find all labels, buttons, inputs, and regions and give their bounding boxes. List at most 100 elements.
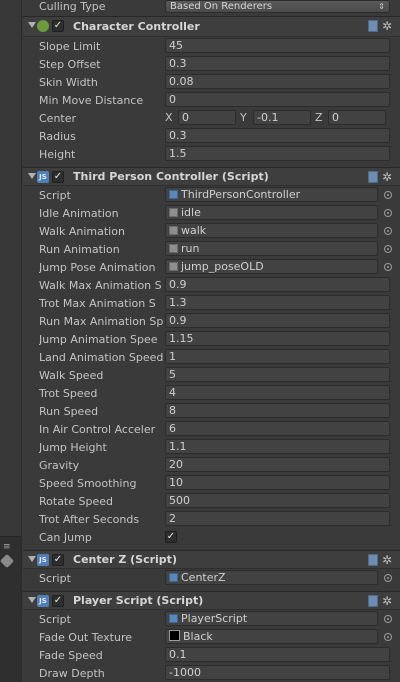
animation-object-field[interactable]: idle xyxy=(165,205,378,220)
character-controller-header[interactable]: ✓ Character Controller ✲ xyxy=(23,16,400,37)
property-label: Min Move Distance xyxy=(39,93,144,107)
help-book-icon[interactable] xyxy=(367,554,378,566)
center-vector-field: X0 Y -0.1 Z0 xyxy=(165,110,390,125)
property-input[interactable]: 0.3 xyxy=(165,56,390,71)
third-person-controller-header[interactable]: JS ✓ Third Person Controller (Script) ✲ xyxy=(23,167,400,186)
component-enabled-checkbox[interactable]: ✓ xyxy=(52,20,64,32)
property-input[interactable]: 5 xyxy=(165,367,390,382)
object-picker-icon[interactable] xyxy=(384,574,392,582)
animation-row: Walk Animation walk xyxy=(23,222,400,240)
component-enabled-checkbox[interactable]: ✓ xyxy=(52,171,64,183)
property-label: Radius xyxy=(39,129,76,143)
center-z-header[interactable]: JS ✓ Center Z (Script) ✲ xyxy=(23,550,400,569)
fade-speed-label: Fade Speed xyxy=(39,648,103,662)
fade-texture-object-field[interactable]: Black xyxy=(165,629,378,644)
can-jump-checkbox[interactable]: ✓ xyxy=(165,531,177,543)
property-row: Trot Speed 4 xyxy=(23,384,400,402)
animation-object-field[interactable]: run xyxy=(165,241,378,256)
center-x-input[interactable]: 0 xyxy=(178,110,236,125)
property-input[interactable]: 0 xyxy=(165,92,390,107)
property-input[interactable]: 8 xyxy=(165,403,390,418)
property-row: Jump Animation Spee 1.15 xyxy=(23,330,400,348)
property-input[interactable]: 1.15 xyxy=(165,331,390,346)
object-picker-icon[interactable] xyxy=(384,209,392,217)
help-book-icon[interactable] xyxy=(367,20,378,32)
component-enabled-checkbox[interactable]: ✓ xyxy=(52,554,64,566)
script-label: Script xyxy=(39,188,71,202)
menu-icon[interactable]: ≡ xyxy=(3,542,11,552)
fade-texture-label: Fade Out Texture xyxy=(39,630,133,644)
property-label: In Air Control Acceler xyxy=(39,422,156,436)
foldout-arrow-icon[interactable] xyxy=(28,173,36,179)
property-label: Land Animation Speed xyxy=(39,350,164,364)
center-z-input[interactable]: 0 xyxy=(328,110,386,125)
property-row: Speed Smoothing 10 xyxy=(23,474,400,492)
object-picker-icon[interactable] xyxy=(384,245,392,253)
property-input[interactable]: 0.08 xyxy=(165,74,390,89)
property-input[interactable]: 2 xyxy=(165,511,390,526)
property-row: Gravity 20 xyxy=(23,456,400,474)
property-input[interactable]: 45 xyxy=(165,38,390,53)
draw-depth-input[interactable]: -1000 xyxy=(165,665,390,680)
animation-clip-icon xyxy=(169,226,178,235)
property-label: Trot Speed xyxy=(39,386,98,400)
foldout-arrow-icon[interactable] xyxy=(28,556,36,562)
script-row: Script ThirdPersonController xyxy=(23,186,400,204)
player-script-header[interactable]: JS ✓ Player Script (Script) ✲ xyxy=(23,591,400,610)
gear-icon[interactable]: ✲ xyxy=(382,171,392,183)
property-row: Step Offset 0.3 xyxy=(23,55,400,73)
component-enabled-checkbox[interactable]: ✓ xyxy=(52,595,64,607)
property-input[interactable]: 1 xyxy=(165,349,390,364)
property-label: Walk Speed xyxy=(39,368,104,382)
property-row: Slope Limit 45 xyxy=(23,37,400,55)
property-input[interactable]: 20 xyxy=(165,457,390,472)
animation-clip-icon xyxy=(169,208,178,217)
property-label: Slope Limit xyxy=(39,39,101,53)
object-picker-icon[interactable] xyxy=(384,615,392,623)
property-input[interactable]: 500 xyxy=(165,493,390,508)
gear-icon[interactable]: ✲ xyxy=(382,595,392,607)
script-object-field[interactable]: PlayerScript xyxy=(165,611,378,626)
js-script-icon: JS xyxy=(37,171,49,183)
foldout-arrow-icon[interactable] xyxy=(28,22,36,28)
property-input[interactable]: 10 xyxy=(165,475,390,490)
gear-icon[interactable]: ✲ xyxy=(382,20,392,32)
property-row: Trot After Seconds 2 xyxy=(23,510,400,528)
center-y-input[interactable]: -0.1 xyxy=(253,110,311,125)
animation-name: jump_poseOLD xyxy=(181,260,264,273)
object-picker-icon[interactable] xyxy=(384,263,392,271)
gear-icon[interactable]: ✲ xyxy=(382,554,392,566)
property-input[interactable]: 0.9 xyxy=(165,277,390,292)
object-picker-icon[interactable] xyxy=(384,633,392,641)
property-label: Jump Animation Spee xyxy=(39,332,158,346)
script-label: Script xyxy=(39,571,71,585)
property-row: Rotate Speed 500 xyxy=(23,492,400,510)
object-picker-icon[interactable] xyxy=(384,227,392,235)
property-input[interactable]: 6 xyxy=(165,421,390,436)
animation-name: run xyxy=(181,242,200,255)
animation-object-field[interactable]: jump_poseOLD xyxy=(165,259,378,274)
help-book-icon[interactable] xyxy=(367,595,378,607)
property-input[interactable]: 4 xyxy=(165,385,390,400)
property-row: Skin Width 0.08 xyxy=(23,73,400,91)
property-input[interactable]: 1.1 xyxy=(165,439,390,454)
property-input[interactable]: 1.5 xyxy=(165,146,390,161)
object-picker-icon[interactable] xyxy=(384,191,392,199)
property-input[interactable]: 0.3 xyxy=(165,128,390,143)
property-input[interactable]: 0.9 xyxy=(165,313,390,328)
foldout-arrow-icon[interactable] xyxy=(28,597,36,603)
help-book-icon[interactable] xyxy=(367,171,378,183)
culling-type-row: Culling Type Based On Renderers ⇕ xyxy=(23,0,400,16)
culling-type-dropdown[interactable]: Based On Renderers ⇕ xyxy=(165,0,390,13)
fade-speed-input[interactable]: 0.1 xyxy=(165,647,390,662)
left-panel-strip: ≡ xyxy=(0,0,22,682)
script-object-field[interactable]: ThirdPersonController xyxy=(165,187,378,202)
script-object-field[interactable]: CenterZ xyxy=(165,570,378,585)
animation-object-field[interactable]: walk xyxy=(165,223,378,238)
axis-y-label: Y xyxy=(240,111,247,124)
js-script-icon: JS xyxy=(37,554,49,566)
property-input[interactable]: 1.3 xyxy=(165,295,390,310)
axis-x-label: X xyxy=(165,111,173,124)
center-vector-row: Center X0 Y -0.1 Z0 xyxy=(23,109,400,127)
js-file-icon xyxy=(169,190,178,199)
